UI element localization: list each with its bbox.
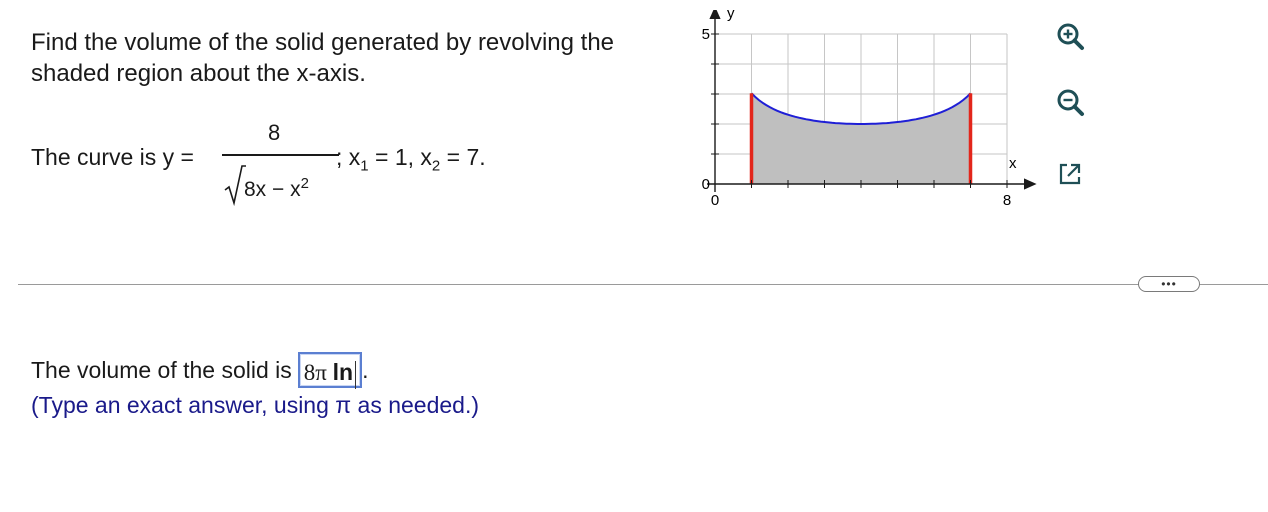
fraction-bar: [222, 154, 339, 156]
answer-hint: (Type an exact answer, using π as needed…: [31, 392, 480, 418]
curve-label: The curve is y =: [31, 144, 194, 170]
y-tick-label-0: 0: [702, 176, 710, 193]
x-axis-label: x: [1009, 155, 1017, 172]
more-options-button[interactable]: •••: [1138, 276, 1200, 292]
popout-button[interactable]: [1050, 154, 1090, 194]
y-axis-label: y: [727, 10, 735, 22]
section-divider: [18, 284, 1268, 285]
zoom-in-icon: [1057, 23, 1084, 50]
zoom-out-icon: [1057, 89, 1084, 116]
answer-label: The volume of the solid is: [31, 356, 292, 383]
radicand: 8x − x2: [244, 175, 309, 201]
question-prompt: Find the volume of the solid generated b…: [31, 29, 615, 87]
fraction-numerator: 8: [268, 120, 281, 145]
text-caret: [355, 360, 357, 389]
answer-input[interactable]: 8π ln: [297, 352, 363, 389]
region-graph: y x 5 0 0 8: [702, 10, 1037, 209]
zoom-out-button[interactable]: [1050, 83, 1090, 123]
x-tick-label-0: 0: [711, 192, 719, 209]
x-tick-label-8: 8: [1003, 192, 1011, 209]
square-root-sign: [224, 165, 246, 206]
y-tick-label-5: 5: [702, 26, 710, 43]
popout-icon: [1059, 163, 1081, 185]
zoom-in-button[interactable]: [1050, 17, 1090, 57]
answer-line: The volume of the solid is 8π ln .: [31, 352, 369, 389]
answer-period: .: [362, 356, 369, 383]
interval-bounds: ; x1 = 1, x2 = 7.: [336, 144, 486, 175]
